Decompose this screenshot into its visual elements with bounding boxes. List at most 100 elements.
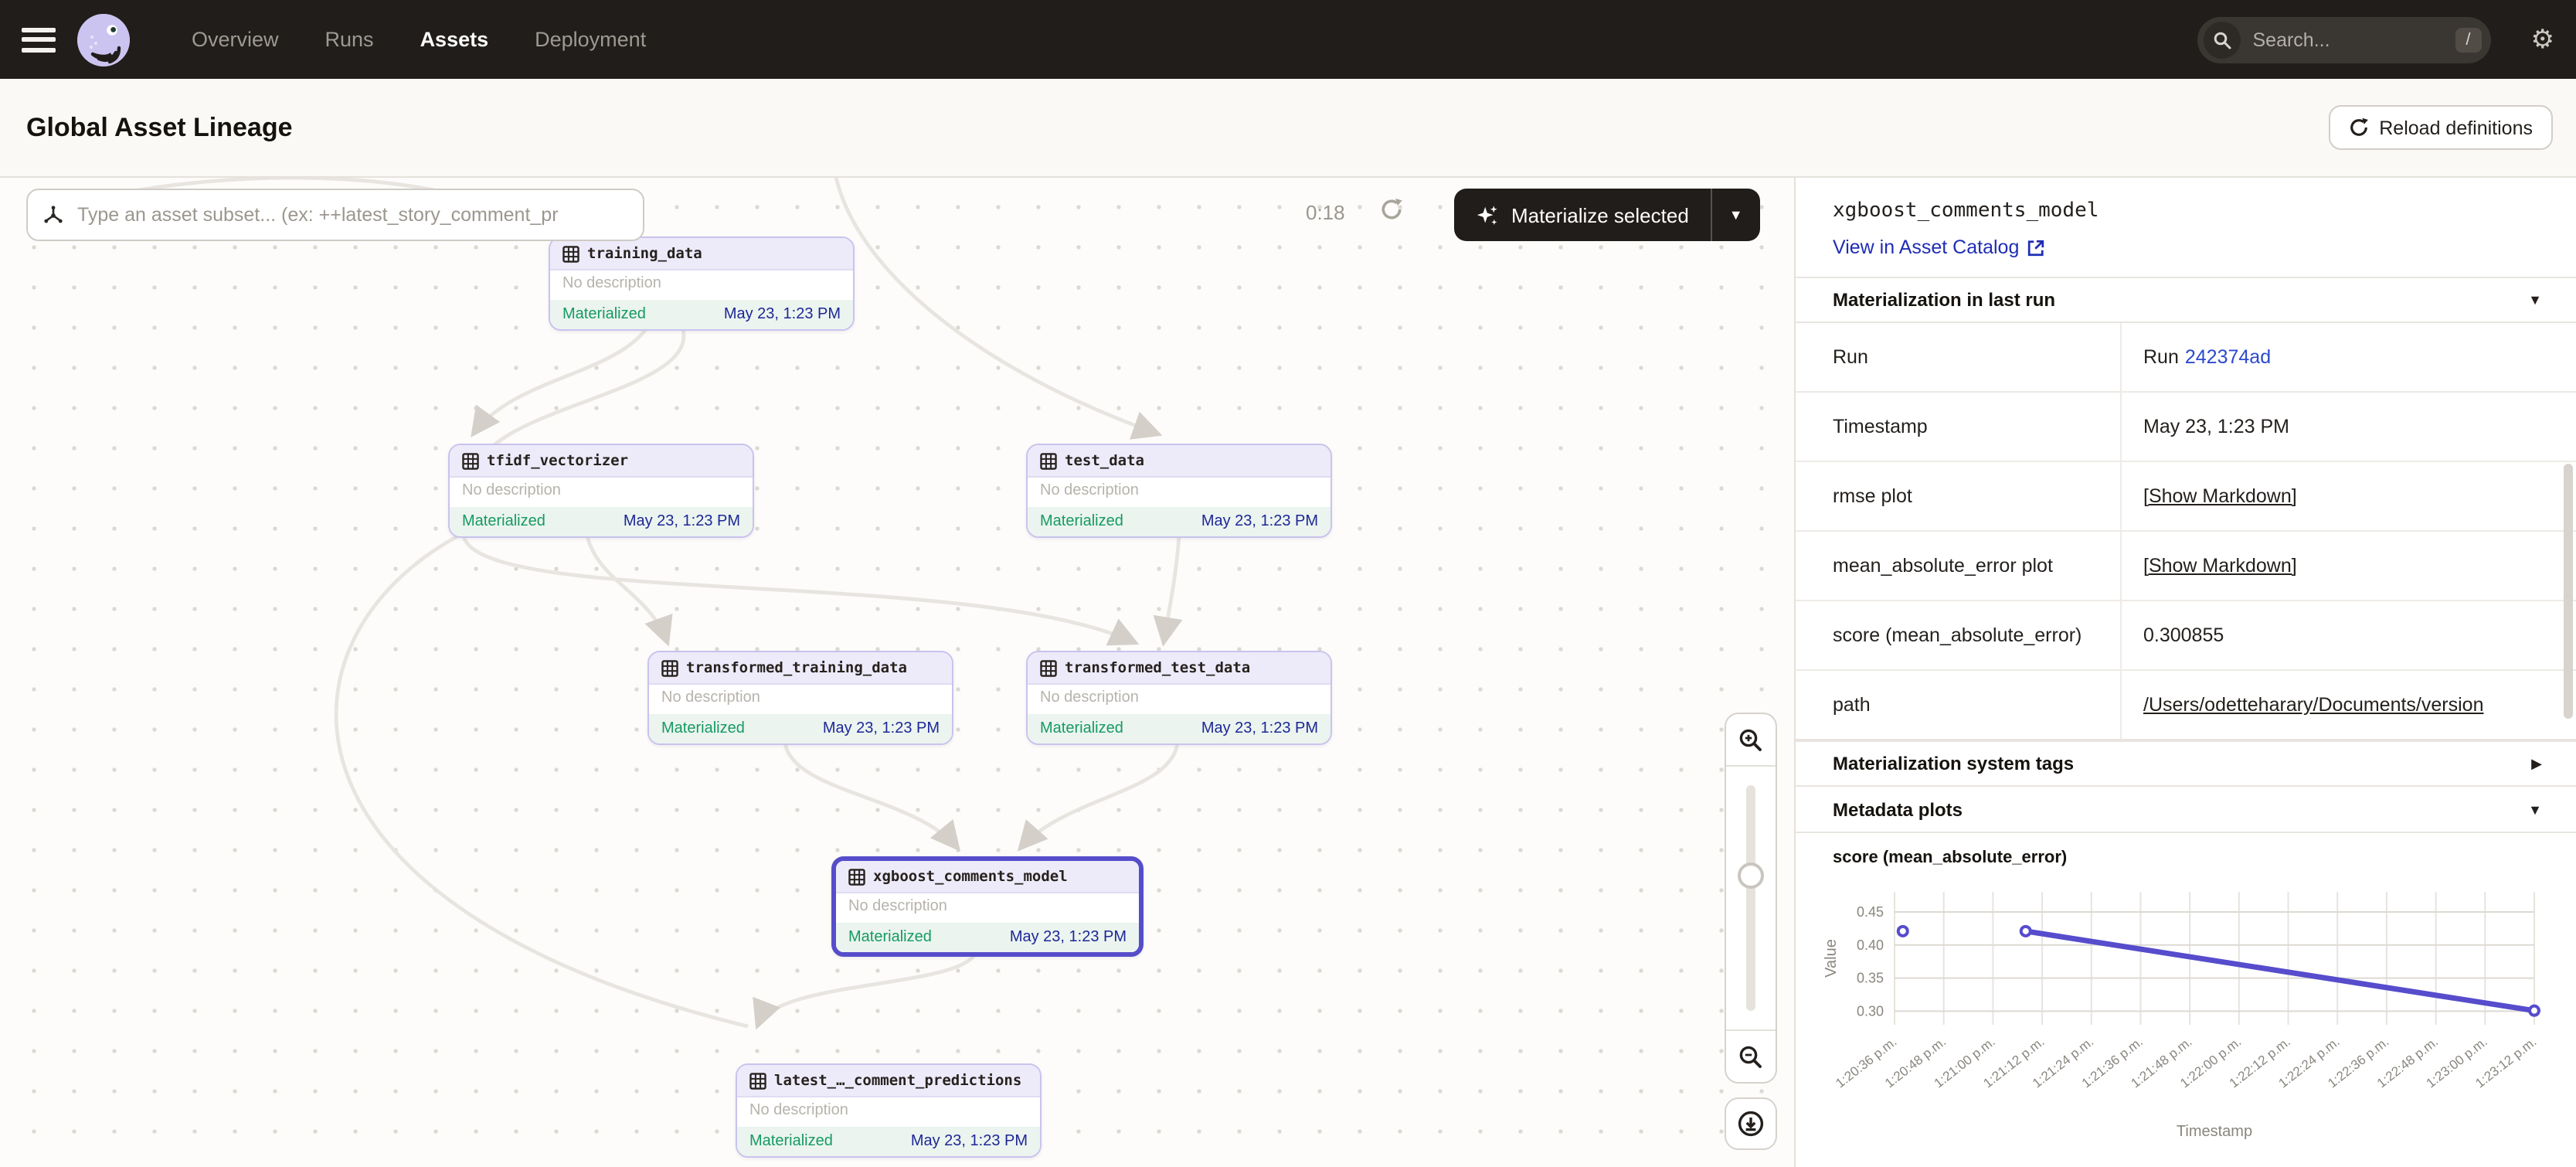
table-icon	[749, 1072, 766, 1089]
zoom-slider[interactable]	[1726, 767, 1776, 1029]
chevron-down-icon: ▼	[2528, 292, 2542, 308]
materialized-status: Materialized	[1040, 513, 1123, 530]
search-shortcut-badge: /	[2455, 27, 2481, 52]
asset-lineage-canvas[interactable]: training_dataNo descriptionMaterializedM…	[0, 178, 1796, 1167]
main-content: training_dataNo descriptionMaterializedM…	[0, 178, 2576, 1167]
section-label: Metadata plots	[1833, 798, 2528, 820]
materialize-dropdown-caret[interactable]: ▼	[1711, 189, 1760, 241]
reload-definitions-button[interactable]: Reload definitions	[2328, 105, 2553, 150]
nav-item-deployment[interactable]: Deployment	[535, 28, 646, 51]
row-label: Timestamp	[1796, 393, 2120, 461]
dagster-logo[interactable]	[77, 13, 130, 66]
refresh-timer: 0:18	[1306, 201, 1345, 224]
row-value: [Show Markdown]	[2120, 532, 2576, 600]
asset-name: transformed_test_data	[1065, 659, 1250, 676]
lineage-edge-tfidf_vectorizer-to-transformed_test_data	[464, 536, 1136, 643]
row-value: [Show Markdown]	[2120, 462, 2576, 530]
asset-description: No description	[649, 685, 952, 714]
row-label: rmse plot	[1796, 462, 2120, 530]
download-icon	[1737, 1110, 1765, 1138]
row-value: /Users/odetteharary/Documents/version	[2120, 671, 2576, 739]
global-search[interactable]: Search... /	[2197, 16, 2491, 63]
table-row-path: path/Users/odetteharary/Documents/versio…	[1796, 671, 2576, 739]
page-header: Global Asset Lineage Reload definitions	[0, 79, 2576, 178]
data-point[interactable]	[2021, 927, 2031, 936]
zoom-out-button[interactable]	[1726, 1029, 1776, 1082]
panel-scrollbar[interactable]	[2564, 464, 2573, 719]
materialized-status: Materialized	[562, 306, 646, 323]
section-label: Materialization system tags	[1833, 753, 2531, 774]
table-row-rmse-plot: rmse plot [Show Markdown]	[1796, 462, 2576, 532]
asset-node-footer: MaterializedMay 23, 1:23 PM	[450, 507, 753, 536]
y-tick-label: 0.45	[1857, 904, 1884, 920]
asset-node-footer: MaterializedMay 23, 1:23 PM	[1028, 714, 1330, 743]
row-label: score (mean_absolute_error)	[1796, 601, 2120, 669]
chart-title: score (mean_absolute_error)	[1796, 833, 2576, 870]
asset-node-footer: MaterializedMay 23, 1:23 PM	[1028, 507, 1330, 536]
menu-icon[interactable]	[22, 27, 56, 52]
asset-node-xgboost_comments_model[interactable]: xgboost_comments_model No description Mate…	[831, 856, 1144, 957]
value-link[interactable]: [Show Markdown]	[2143, 485, 2297, 507]
zoom-slider-handle[interactable]	[1738, 862, 1764, 889]
asset-name: xgboost_comments_model	[873, 868, 1068, 885]
zoom-slider-track[interactable]	[1746, 785, 1755, 1011]
asset-node-test_data[interactable]: test_dataNo descriptionMaterializedMay 2…	[1026, 444, 1332, 538]
asset-details-panel: xgboost_comments_model View in Asset Cat…	[1796, 178, 2576, 1167]
asset-name: latest_…_comment_predictions	[774, 1072, 1021, 1089]
materialized-timestamp: May 23, 1:23 PM	[1010, 929, 1127, 946]
asset-description: No description	[836, 893, 1139, 923]
data-point[interactable]	[2530, 1006, 2539, 1016]
asset-description: No description	[1028, 685, 1330, 714]
view-in-asset-catalog-link[interactable]: View in Asset Catalog	[1833, 236, 2044, 258]
section-materialization-last-run[interactable]: Materialization in last run ▼	[1796, 277, 2576, 323]
app-root: Overview Runs Assets Deployment Search... /…	[0, 0, 2576, 1167]
zoom-controls	[1725, 713, 1777, 1084]
materialized-timestamp: May 23, 1:23 PM	[724, 306, 841, 323]
view-in-asset-catalog-label: View in Asset Catalog	[1833, 236, 2019, 258]
asset-node-transformed_test_data[interactable]: transformed_test_data No descriptionMater…	[1026, 651, 1332, 745]
nav-item-runs[interactable]: Runs	[325, 28, 374, 51]
score-line-chart: 1:20:36 p.m.1:20:48 p.m.1:21:00 p.m.1:21…	[1814, 870, 2556, 1148]
section-metadata-plots[interactable]: Metadata plots ▼	[1796, 787, 2576, 833]
page-title: Global Asset Lineage	[26, 112, 293, 143]
materialized-status: Materialized	[848, 929, 932, 946]
value-link[interactable]: /Users/odetteharary/Documents/version	[2143, 694, 2483, 716]
asset-subset-input[interactable]	[74, 202, 627, 227]
chevron-right-icon: ▶	[2531, 755, 2542, 772]
asset-node-tfidf_vectorizer[interactable]: tfidf_vectorizerNo descriptionMaterializ…	[448, 444, 754, 538]
refresh-icon	[2348, 117, 2368, 138]
asset-subset-filter[interactable]	[26, 189, 644, 241]
graph-refresh-icon[interactable]	[1380, 198, 1403, 221]
y-tick-label: 0.35	[1857, 971, 1884, 986]
materialize-selected-button[interactable]: Materialize selected ▼	[1454, 189, 1760, 241]
settings-gear-icon[interactable]: ⚙	[2531, 26, 2555, 53]
asset-node-header: tfidf_vectorizer	[450, 445, 753, 478]
search-icon	[2204, 21, 2241, 58]
zoom-in-button[interactable]	[1726, 714, 1776, 767]
asset-node-footer: Materialized May 23, 1:23 PM	[550, 300, 853, 329]
asset-name: tfidf_vectorizer	[487, 452, 628, 469]
top-navigation-bar: Overview Runs Assets Deployment Search... /…	[0, 0, 2576, 79]
table-icon	[848, 868, 865, 885]
download-image-button[interactable]	[1725, 1097, 1777, 1150]
asset-node-transformed_training_data[interactable]: transformed_training_dataNo description M…	[647, 651, 953, 745]
value-text: 0.300855	[2143, 624, 2224, 646]
asset-node-header: transformed_training_data	[649, 652, 952, 685]
row-label: path	[1796, 671, 2120, 739]
asset-description: No description	[1028, 478, 1330, 507]
materialized-status: Materialized	[661, 720, 745, 737]
lineage-edge-tfidf_vectorizer-to-transformed_training_data	[587, 536, 668, 643]
nav-item-assets[interactable]: Assets	[420, 28, 489, 51]
section-materialization-system-tags[interactable]: Materialization system tags ▶	[1796, 740, 2576, 787]
asset-node-training_data[interactable]: training_dataNo descriptionMaterializedM…	[549, 236, 855, 331]
asset-description: No description	[737, 1097, 1040, 1127]
asset-node-header: test_data	[1028, 445, 1330, 478]
data-point[interactable]	[1898, 927, 1908, 936]
run-id-link[interactable]: 242374ad	[2185, 346, 2271, 368]
nav-item-overview[interactable]: Overview	[192, 28, 279, 51]
asset-node-header: xgboost_comments_model	[836, 861, 1139, 893]
asset-graph-filter-icon	[43, 205, 63, 225]
asset-node-latest_comment_predictions[interactable]: latest_…_comment_predictions No descripti…	[736, 1063, 1042, 1158]
lineage-edge-transformed_test_data-to-xgboost_comments_model	[1020, 743, 1178, 849]
value-link[interactable]: [Show Markdown]	[2143, 555, 2297, 577]
